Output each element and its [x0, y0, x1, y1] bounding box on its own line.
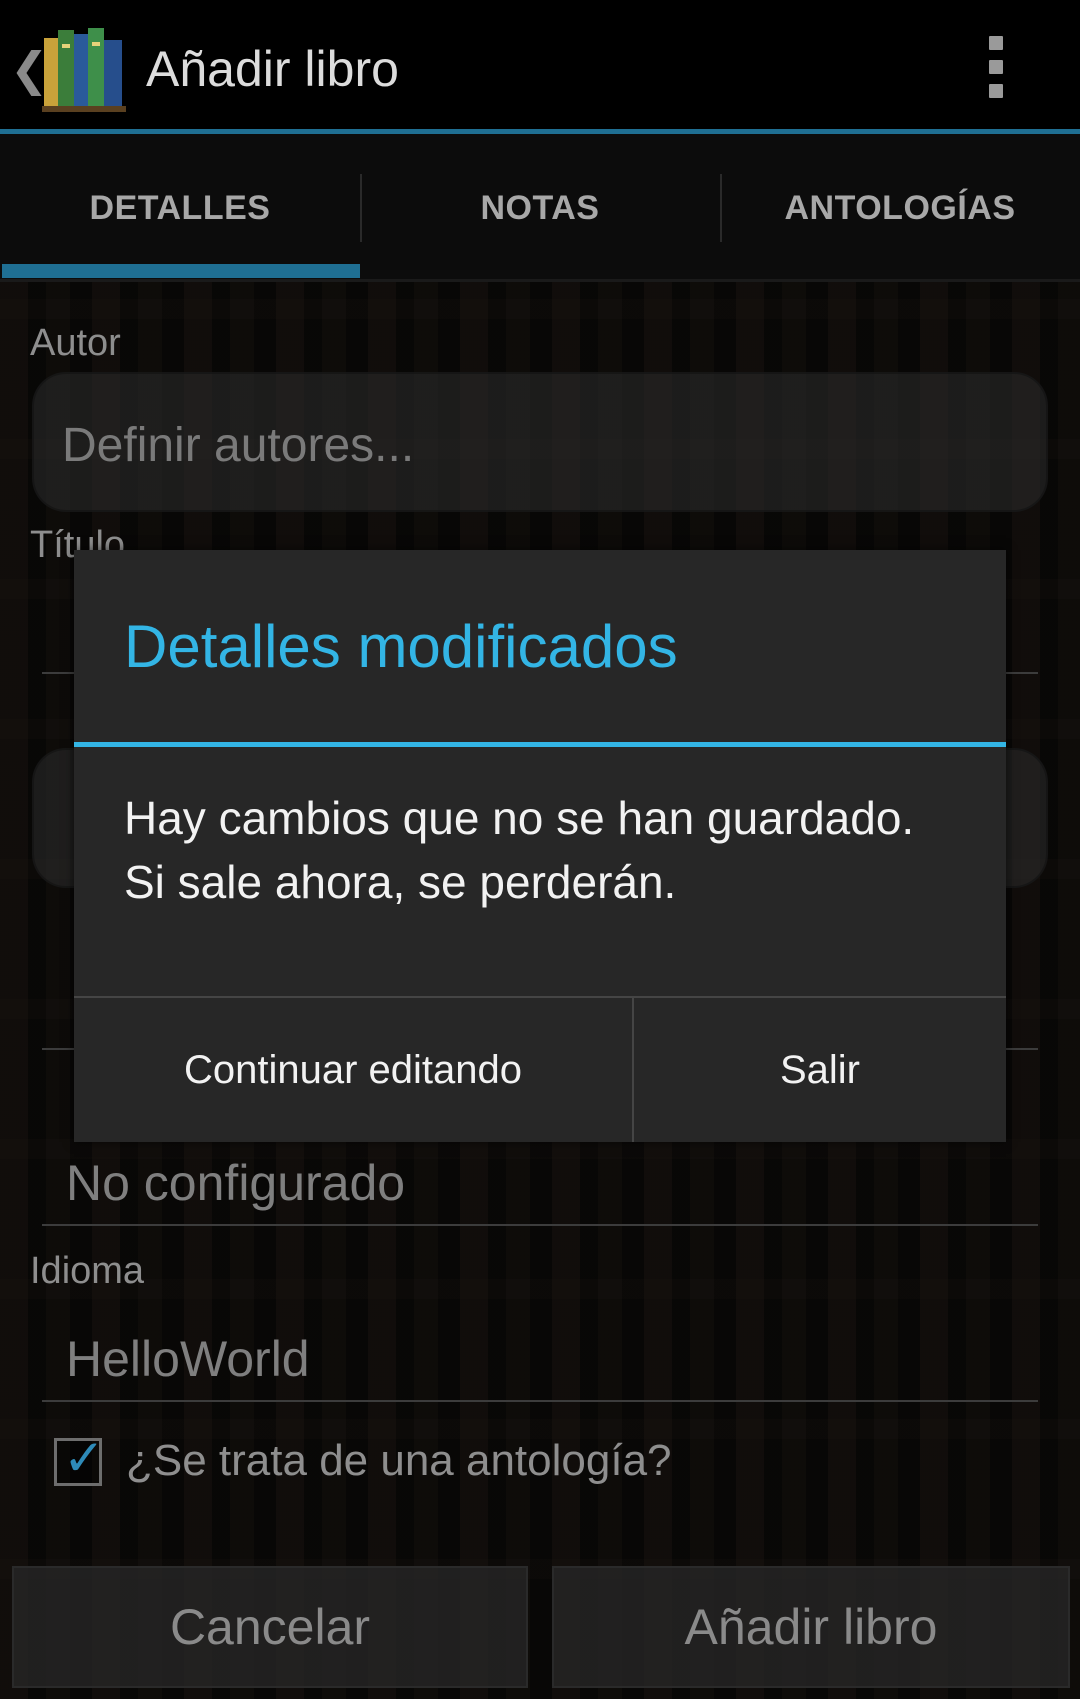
overflow-menu-icon[interactable] [986, 36, 1006, 100]
language-label: Idioma [30, 1250, 145, 1292]
language-field[interactable]: HelloWorld [42, 1322, 1038, 1402]
exit-button[interactable]: Salir [634, 998, 1006, 1142]
tab-anthologies[interactable]: ANTOLOGÍAS [720, 134, 1080, 282]
tab-bar: DETALLES NOTAS ANTOLOGÍAS [0, 134, 1080, 282]
tab-details[interactable]: DETALLES [0, 134, 360, 282]
checkmark-icon: ✓ [63, 1430, 105, 1486]
dialog-button-bar: Continuar editando Salir [74, 996, 1006, 1142]
cancel-button[interactable]: Cancelar [12, 1566, 528, 1688]
genre-field[interactable]: No configurado [42, 1146, 1038, 1226]
unsaved-changes-dialog: Detalles modificados Hay cambios que no … [74, 550, 1006, 1142]
action-bar: ❮ Añadir libro [0, 0, 1080, 134]
page-title: Añadir libro [146, 41, 399, 97]
anthology-label: ¿Se trata de una antología? [126, 1436, 672, 1485]
anthology-checkbox[interactable]: ✓ [54, 1433, 105, 1486]
tab-notes[interactable]: NOTAS [360, 134, 720, 282]
author-label: Autor [30, 322, 121, 364]
dialog-title: Detalles modificados [124, 613, 678, 680]
genre-value: No configurado [66, 1155, 406, 1211]
dialog-message: Hay cambios que no se han guardado. Si s… [124, 792, 915, 908]
add-book-button[interactable]: Añadir libro [552, 1566, 1070, 1688]
tab-selected-indicator [2, 264, 360, 278]
language-value: HelloWorld [66, 1331, 310, 1387]
author-placeholder: Definir autores... [62, 419, 415, 472]
dialog-title-divider [74, 742, 1006, 747]
books-logo-icon[interactable] [42, 24, 126, 112]
continue-editing-button[interactable]: Continuar editando [74, 998, 632, 1142]
author-field[interactable]: Definir autores... [32, 372, 1048, 512]
